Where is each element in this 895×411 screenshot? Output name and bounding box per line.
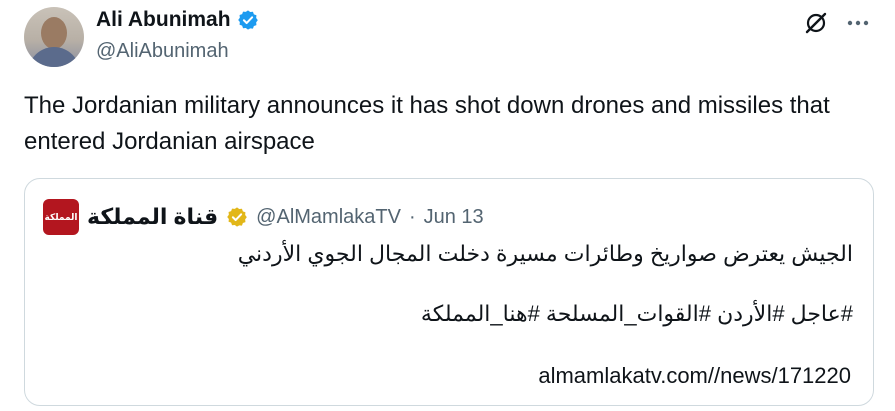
logo-text: المملكة	[44, 211, 78, 222]
quoted-tweet-header: المملكة قناة المملكة @AlMamlakaTV · Jun …	[43, 199, 484, 235]
grok-icon[interactable]	[801, 8, 831, 38]
tweet-text: The Jordanian military announces it has …	[24, 92, 830, 155]
quoted-display-name[interactable]: قناة المملكة	[87, 204, 218, 230]
quoted-handle[interactable]: @AlMamlakaTV	[256, 206, 401, 229]
gold-verified-badge-icon	[227, 207, 247, 227]
tweet-actions	[801, 8, 873, 38]
author-avatar[interactable]	[24, 7, 84, 67]
author-name-row: Ali Abunimah	[96, 8, 259, 32]
more-icon[interactable]	[843, 8, 873, 38]
quoted-account-logo[interactable]: المملكة	[43, 199, 79, 235]
separator-dot: ·	[408, 205, 416, 228]
avatar-body	[28, 47, 80, 67]
verified-badge-icon	[237, 10, 258, 30]
author-handle[interactable]: @AliAbunimah	[96, 40, 229, 63]
quoted-hashtags[interactable]: #عاجل #الأردن #القوات_المسلحة #هنا_الممل…	[421, 301, 853, 327]
quoted-text-line: الجيش يعترض صواريخ وطائرات مسيرة دخلت ال…	[237, 241, 853, 266]
quoted-date[interactable]: Jun 13	[424, 206, 484, 229]
avatar-face	[41, 17, 67, 49]
quoted-tweet-card[interactable]: المملكة قناة المملكة @AlMamlakaTV · Jun …	[24, 178, 874, 406]
author-display-name[interactable]: Ali Abunimah	[96, 8, 231, 32]
quoted-link[interactable]: almamlakatv.com//news/171220	[538, 363, 851, 389]
